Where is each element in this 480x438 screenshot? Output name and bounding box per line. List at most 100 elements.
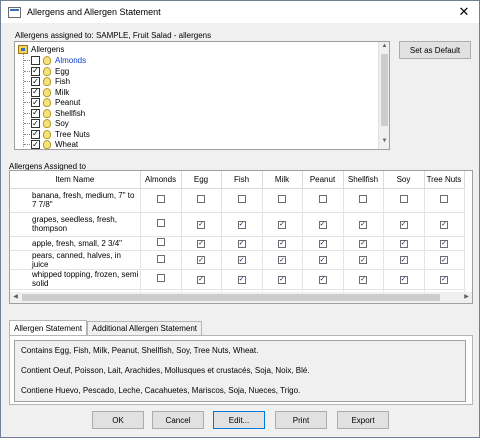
allergen-checkbox[interactable] [359,195,367,203]
allergen-checkbox[interactable]: ✓ [440,239,448,248]
allergen-checkbox[interactable]: ✓ [399,275,408,284]
allergen-tree-item[interactable]: ✓ Milk [31,87,69,98]
column-header-item-name[interactable]: Item Name [10,171,141,189]
allergen-checkbox[interactable]: ✓ [31,98,40,107]
column-header-allergen[interactable]: Tree Nuts [424,171,465,189]
print-button[interactable]: Print [275,411,327,429]
allergen-checkbox[interactable]: ✓ [31,140,40,149]
allergen-tree-item[interactable]: ✓ Soy [31,118,69,129]
allergen-checkbox[interactable] [399,195,408,203]
column-header-allergen[interactable]: Milk [262,171,303,189]
allergen-cell: ✓ [262,212,303,237]
allergen-checkbox[interactable] [156,195,165,203]
allergen-checkbox[interactable] [31,56,40,65]
allergen-checkbox[interactable]: ✓ [440,256,448,265]
ok-button[interactable]: OK [92,411,144,429]
allergen-checkbox[interactable] [156,254,165,263]
allergen-checkbox[interactable]: ✓ [318,256,327,265]
allergen-checkbox[interactable]: ✓ [278,256,286,265]
allergen-checkbox[interactable]: ✓ [31,77,40,86]
allergen-tree-item[interactable]: ✓ Peanut [31,97,80,108]
allergen-tree-item[interactable]: ✓ Wheat [31,139,78,149]
cancel-button[interactable]: Cancel [152,411,204,429]
allergen-tree-item[interactable]: ✓ Fish [31,76,70,87]
grid-horizontal-scrollbar[interactable]: ◀ ▶ [10,292,472,303]
table-row[interactable]: banana, fresh, medium, 7" to 7 7/8" [10,188,465,213]
set-as-default-button[interactable]: Set as Default [399,41,471,59]
allergen-checkbox[interactable]: ✓ [31,119,40,128]
allergen-checkbox[interactable] [197,195,205,203]
allergen-tree-item[interactable]: ✓ Shellfish [31,108,85,119]
tree-connector [24,81,30,82]
allergen-checkbox[interactable]: ✓ [278,239,286,248]
scroll-up-icon[interactable]: ▲ [380,43,389,53]
column-header-allergen[interactable]: Fish [221,171,263,189]
allergen-checkbox[interactable]: ✓ [197,239,205,248]
table-row[interactable]: whipped topping, frozen, semi solid ✓ ✓ ✓ ✓ ✓… [10,269,465,290]
allergen-checkbox[interactable]: ✓ [399,256,408,265]
allergen-checkbox[interactable] [156,274,165,282]
allergen-checkbox[interactable]: ✓ [440,220,448,229]
allergen-cell [140,188,182,213]
allergen-tree-item[interactable]: Almonds [31,55,86,66]
allergen-checkbox[interactable]: ✓ [359,220,367,229]
export-button[interactable]: Export [337,411,389,429]
allergen-checkbox[interactable]: ✓ [399,220,408,229]
scroll-left-icon[interactable]: ◀ [10,292,21,303]
allergen-checkbox[interactable]: ✓ [31,108,40,118]
table-row[interactable]: pears, canned, halves, in juice ✓ ✓ ✓ ✓ ✓ ✓ ✓ [10,250,465,270]
table-row[interactable]: apple, fresh, small, 2 3/4" ✓ ✓ ✓ ✓ ✓ ✓ ✓ [10,236,465,251]
assigned-table: Item Name Almonds Egg Fish Milk Peanut Shellfi… [10,171,465,303]
column-header-allergen[interactable]: Soy [383,171,425,189]
tree-root[interactable]: Allergens [18,44,64,55]
tree-connector [24,133,30,135]
allergen-checkbox[interactable] [318,195,327,203]
allergen-checkbox[interactable] [440,195,448,203]
allergen-checkbox[interactable] [156,219,165,227]
tab-allergen-statement[interactable]: Allergen Statement [9,320,88,335]
allergen-checkbox[interactable]: ✓ [318,275,327,284]
allergen-checkbox[interactable]: ✓ [237,220,246,229]
scroll-right-icon[interactable]: ▶ [461,292,472,303]
allergen-label: Almonds [55,56,87,65]
allergen-cell: ✓ [343,250,384,270]
allergen-checkbox[interactable]: ✓ [399,239,408,248]
close-icon[interactable]: ✕ [449,1,479,23]
column-header-allergen[interactable]: Shellfish [343,171,384,189]
allergen-checkbox[interactable]: ✓ [237,239,246,248]
allergen-checkbox[interactable]: ✓ [31,66,40,76]
tree-vertical-scrollbar[interactable]: ▲ ▼ [378,42,389,149]
allergen-checkbox[interactable]: ✓ [359,239,367,248]
allergen-tree-item[interactable]: ✓ Tree Nuts [31,129,90,140]
table-row[interactable]: grapes, seedless, fresh, thompson ✓ ✓ ✓ ✓ ✓ ✓ ✓ [10,212,465,237]
allergen-checkbox[interactable]: ✓ [237,275,246,284]
allergen-checkbox[interactable] [156,238,165,246]
allergen-checkbox[interactable]: ✓ [440,275,448,284]
allergen-checkbox[interactable]: ✓ [197,220,205,229]
allergen-checkbox[interactable] [278,195,286,203]
allergen-checkbox[interactable]: ✓ [278,220,286,229]
scroll-down-icon[interactable]: ▼ [380,138,389,148]
scroll-thumb[interactable] [22,294,440,301]
allergen-checkbox[interactable]: ✓ [318,220,327,229]
allergen-checkbox[interactable]: ✓ [318,239,327,248]
allergen-checkbox[interactable]: ✓ [197,275,205,284]
column-header-allergen[interactable]: Egg [181,171,222,189]
allergen-checkbox[interactable]: ✓ [31,129,40,139]
scroll-thumb[interactable] [381,54,388,126]
allergen-checkbox[interactable]: ✓ [237,256,246,265]
allergen-checkbox[interactable]: ✓ [31,87,40,97]
allergen-checkbox[interactable]: ✓ [359,275,367,284]
allergens-folder-icon [18,45,28,54]
allergen-checkbox[interactable] [237,195,246,203]
allergen-tree[interactable]: Allergens Almonds ✓ Egg ✓ Fish ✓ Milk ✓ Peanut ✓ S… [14,41,390,150]
tab-additional-allergen-statement[interactable]: Additional Allergen Statement [87,321,203,335]
allergen-checkbox[interactable]: ✓ [359,256,367,265]
edit-button[interactable]: Edit... [213,411,265,429]
column-header-allergen[interactable]: Almonds [140,171,182,189]
column-header-allergen[interactable]: Peanut [302,171,344,189]
statement-text[interactable]: Contains Egg, Fish, Milk, Peanut, Shellf… [14,340,466,402]
allergen-checkbox[interactable]: ✓ [278,275,286,284]
allergen-tree-item[interactable]: ✓ Egg [31,66,69,77]
allergen-checkbox[interactable]: ✓ [197,256,205,265]
